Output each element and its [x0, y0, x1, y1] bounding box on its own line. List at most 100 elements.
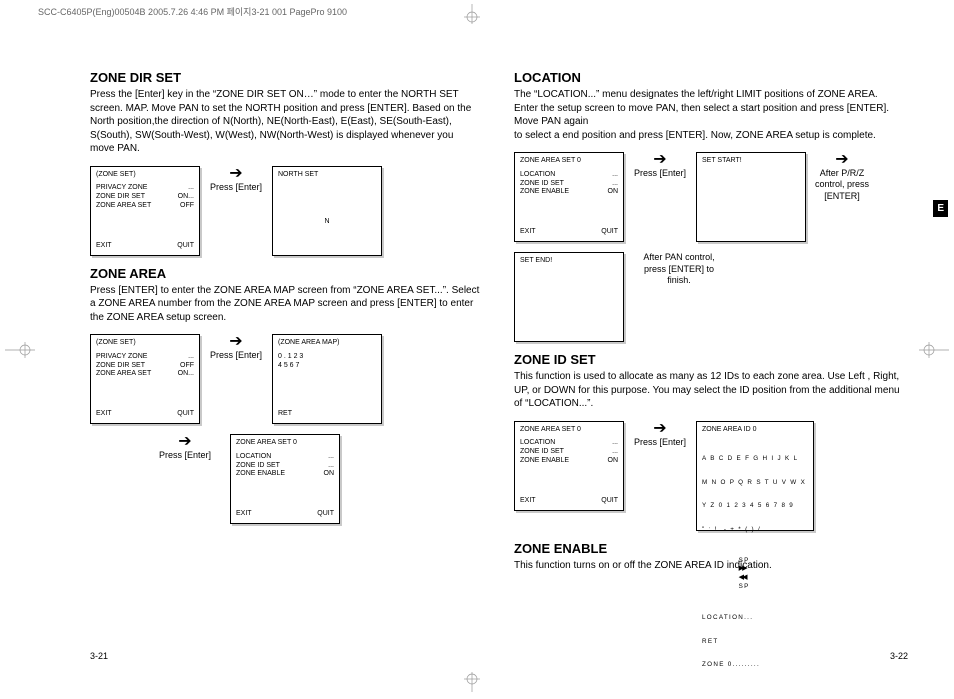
- right-arrow-icon: ➔: [653, 152, 666, 168]
- osd-val: ...: [612, 448, 618, 457]
- arrow-caption: Press [Enter]: [159, 450, 211, 461]
- osd-zone-area-set-id: ZONE AREA SET 0 LOCATION... ZONE ID SET.…: [514, 421, 624, 511]
- osd-header: ZONE AREA SET 0: [520, 157, 618, 168]
- right-arrow-icon: ➔: [835, 152, 848, 168]
- osd-val: ON...: [178, 193, 194, 202]
- osd-key: ZONE ID SET: [520, 180, 564, 189]
- page-left: ZONE DIR SET Press the [Enter] key in th…: [90, 70, 480, 534]
- arrow-press-enter: ➔ Press [Enter]: [206, 334, 266, 361]
- osd-key: ZONE AREA SET: [96, 370, 151, 379]
- h-zone-dir-set: ZONE DIR SET: [90, 70, 480, 85]
- osd-zone-area-set-0: ZONE AREA SET 0 LOCATION... ZONE ID SET.…: [230, 434, 340, 524]
- osd-key: ZONE ID SET: [236, 462, 280, 471]
- osd-zone-area-set-loc: ZONE AREA SET 0 LOCATION... ZONE ID SET.…: [514, 152, 624, 242]
- h-location: LOCATION: [514, 70, 904, 85]
- p-zone-area: Press [ENTER] to enter the ZONE AREA MAP…: [90, 284, 480, 325]
- osd-val: ...: [188, 353, 194, 362]
- right-arrow-icon: ➔: [229, 334, 242, 350]
- right-arrow-icon: ➔: [653, 421, 666, 437]
- osd-key: ZONE DIR SET: [96, 193, 145, 202]
- rewind-icon: ◀◀: [739, 574, 746, 581]
- arrow-press-enter: ➔ Press [Enter]: [630, 421, 690, 448]
- osd-val: QUIT: [317, 510, 334, 519]
- osd-set-end: SET END!: [514, 252, 624, 342]
- osd-val: ...: [612, 180, 618, 189]
- p-zone-dir-set: Press the [Enter] key in the “ZONE DIR S…: [90, 88, 480, 156]
- osd-key: PRIVACY ZONE: [96, 184, 147, 193]
- osd-key: ZONE AREA SET: [96, 202, 151, 211]
- arrow-caption: Press [Enter]: [634, 168, 686, 179]
- p-zone-enable: This function turns on or off the ZONE A…: [514, 559, 904, 573]
- id-location-row: LOCATION...: [702, 614, 808, 622]
- osd-val: ON...: [178, 370, 194, 379]
- osd-header: (ZONE SET): [96, 171, 194, 182]
- page-number-right: 3-22: [890, 651, 908, 661]
- osd-header: SET START!: [702, 157, 800, 168]
- map-row-0-3: 0 . 1 2 3: [278, 353, 376, 362]
- h-zone-area: ZONE AREA: [90, 266, 480, 281]
- osd-zone-area-map: (ZONE AREA MAP) 0 . 1 2 3 4 5 6 7 RET: [272, 334, 382, 424]
- osd-val: ON: [324, 470, 335, 479]
- osd-zone-set-2: (ZONE SET) PRIVACY ZONE... ZONE DIR SET O…: [90, 334, 200, 424]
- caption-after-pan: After PAN control, press [ENTER] to fini…: [634, 252, 724, 287]
- osd-key: ZONE ENABLE: [520, 188, 569, 197]
- osd-key: ZONE ENABLE: [520, 457, 569, 466]
- id-chars-row: " : ! - + * ( ) /: [702, 526, 808, 534]
- crop-mark-right: [919, 340, 949, 363]
- osd-val: QUIT: [177, 242, 194, 251]
- arrow-caption: Press [Enter]: [634, 437, 686, 448]
- osd-key: EXIT: [96, 410, 112, 419]
- crop-mark-bottom: [454, 672, 490, 695]
- page-number-left: 3-21: [90, 651, 108, 661]
- osd-header: ZONE AREA ID 0: [702, 426, 808, 437]
- arrow-caption: Press [Enter]: [210, 182, 262, 193]
- crop-mark-left: [5, 340, 35, 363]
- arrow-press-enter: ➔ Press [Enter]: [630, 152, 690, 179]
- osd-header: (ZONE AREA MAP): [278, 339, 376, 350]
- id-chars-row: M N O P Q R S T U V W X: [702, 479, 808, 487]
- id-sp: SP: [739, 583, 750, 590]
- osd-north-set: NORTH SET N: [272, 166, 382, 256]
- p-zone-id-set: This function is used to allocate as man…: [514, 370, 904, 411]
- osd-zone-set-1: (ZONE SET) PRIVACY ZONE... ZONE DIR SET O…: [90, 166, 200, 256]
- osd-header: ZONE AREA SET 0: [520, 426, 618, 437]
- osd-key: PRIVACY ZONE: [96, 353, 147, 362]
- osd-val: ...: [188, 184, 194, 193]
- osd-val: ON: [608, 457, 619, 466]
- id-chars-row: A B C D E F G H I J K L: [702, 455, 808, 463]
- osd-key: ZONE DIR SET: [96, 362, 145, 371]
- osd-val: ...: [612, 171, 618, 180]
- arrow-press-enter: ➔ Press [Enter]: [150, 434, 220, 461]
- arrow-caption: After P/R/Z control, press [ENTER]: [812, 168, 872, 202]
- osd-header: (ZONE SET): [96, 339, 194, 350]
- right-arrow-icon: ➔: [178, 434, 191, 450]
- osd-val: ...: [328, 453, 334, 462]
- id-ret-row: RET: [702, 638, 808, 646]
- print-header: SCC-C6405P(Eng)00504B 2005.7.26 4:46 PM …: [38, 5, 347, 18]
- osd-zone-area-id: ZONE AREA ID 0 A B C D E F G H I J K L M…: [696, 421, 814, 531]
- arrow-press-enter: ➔ Press [Enter]: [206, 166, 266, 193]
- arrow-after-prz: ➔ After P/R/Z control, press [ENTER]: [812, 152, 872, 202]
- osd-val: ...: [612, 439, 618, 448]
- osd-val: ...: [328, 462, 334, 471]
- osd-key: RET: [278, 410, 292, 419]
- osd-key: EXIT: [236, 510, 252, 519]
- osd-val: QUIT: [601, 228, 618, 237]
- id-sp-ff-rw-row: SP ▶▶ ◀◀ SP: [702, 549, 808, 598]
- edge-tab-e: E: [933, 200, 948, 217]
- map-row-4-7: 4 5 6 7: [278, 362, 376, 371]
- osd-set-start: SET START!: [696, 152, 806, 242]
- osd-header: SET END!: [520, 257, 618, 268]
- right-arrow-icon: ➔: [229, 166, 242, 182]
- osd-header: ZONE AREA SET 0: [236, 439, 334, 450]
- p-location: The “LOCATION...” menu designates the le…: [514, 88, 904, 142]
- osd-val: ON: [608, 188, 619, 197]
- crop-mark-top: [454, 4, 490, 27]
- osd-key: EXIT: [520, 228, 536, 237]
- osd-north-n: N: [324, 218, 329, 227]
- id-chars-row: Y Z 0 1 2 3 4 5 6 7 8 9: [702, 502, 808, 510]
- osd-val: OFF: [180, 362, 194, 371]
- osd-key: LOCATION: [236, 453, 271, 462]
- osd-key: LOCATION: [520, 439, 555, 448]
- h-zone-id-set: ZONE ID SET: [514, 352, 904, 367]
